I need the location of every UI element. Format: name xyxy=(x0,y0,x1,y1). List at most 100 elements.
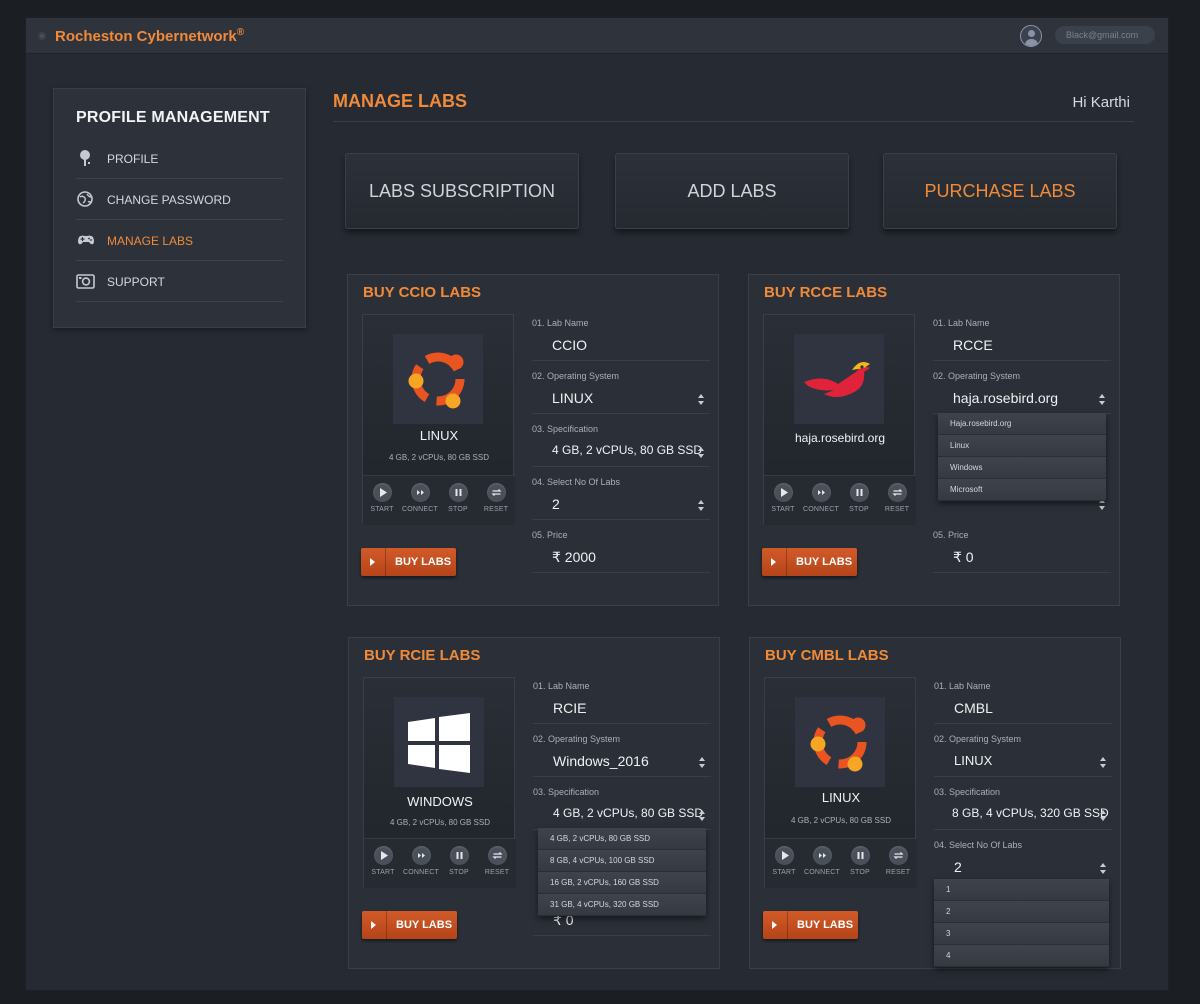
sidebar-title: PROFILE MANAGEMENT xyxy=(76,109,270,126)
dropdown-option[interactable]: 8 GB, 4 vCPUs, 100 GB SSD xyxy=(538,850,706,872)
buy-labs-button[interactable]: BUY LABS xyxy=(362,911,457,939)
select-arrows-icon xyxy=(699,757,705,769)
dropdown-option[interactable]: 4 xyxy=(934,945,1109,967)
buy-labs-button[interactable]: BUY LABS xyxy=(762,548,857,576)
lab-controls: START CONNECT STOP RESET xyxy=(364,838,516,888)
reset-button[interactable]: RESET xyxy=(477,483,515,513)
page-title: MANAGE LABS xyxy=(333,91,467,111)
start-button[interactable]: START xyxy=(765,846,803,876)
select-arrows-icon xyxy=(1099,394,1105,406)
sidebar-item-profile[interactable]: PROFILE xyxy=(76,138,283,179)
select-no-of-labs[interactable]: 04. Select No Of Labs 2 xyxy=(934,830,1112,883)
select-specification[interactable]: 03. Specification 8 GB, 4 vCPUs, 320 GB S… xyxy=(934,777,1112,830)
connect-button[interactable]: CONNECT xyxy=(803,846,841,876)
play-icon xyxy=(370,558,375,566)
play-icon xyxy=(771,558,776,566)
field-price: 05. Price ₹ 2000 xyxy=(532,520,710,573)
lab-controls: START CONNECT STOP RESET xyxy=(765,838,917,888)
lab-preview: haja.rosebird.org START CONNECT STOP RES… xyxy=(763,314,916,525)
sidebar-item-change-password[interactable]: CHANGE PASSWORD xyxy=(76,179,283,220)
dropdown-option[interactable]: 3 xyxy=(934,923,1109,945)
labs-subscription-button[interactable]: LABS SUBSCRIPTION xyxy=(345,153,579,229)
play-icon xyxy=(371,921,376,929)
profile-icon xyxy=(80,150,90,166)
greeting-text: Hi Karthi xyxy=(1072,94,1130,111)
dropdown-option[interactable]: 16 GB, 2 vCPUs, 160 GB SSD xyxy=(538,872,706,894)
sidebar-item-manage-labs[interactable]: MANAGE LABS xyxy=(76,220,283,261)
lab-card-cmbl: BUY CMBL LABS LINUX 4 GB, 2 vCPUs, 80 GB… xyxy=(749,637,1121,969)
select-arrows-icon xyxy=(698,394,704,406)
lab-preview: LINUX 4 GB, 2 vCPUs, 80 GB SSD START CON… xyxy=(764,677,917,888)
ubuntu-logo-icon xyxy=(393,334,483,424)
dropdown-option[interactable]: Linux xyxy=(938,435,1106,457)
start-button[interactable]: START xyxy=(764,483,802,513)
globe-icon xyxy=(77,191,93,207)
lab-card-ccio: BUY CCIO LABS LINUX 4 GB, 2 vCPUs, 80 GB… xyxy=(347,274,719,606)
select-operating-system[interactable]: 02. Operating System LINUX xyxy=(532,361,710,414)
spec-dropdown: 4 GB, 2 vCPUs, 80 GB SSD 8 GB, 4 vCPUs, … xyxy=(538,828,706,916)
dropdown-option[interactable]: Haja.rosebird.org xyxy=(938,413,1106,435)
stop-button[interactable]: STOP xyxy=(841,846,879,876)
purchase-labs-button[interactable]: PURCHASE LABS xyxy=(883,153,1117,229)
os-name: haja.rosebird.org xyxy=(794,431,886,445)
lab-card-rcce: BUY RCCE LABS haja.rosebird.org START CO… xyxy=(748,274,1120,606)
lab-preview: WINDOWS 4 GB, 2 vCPUs, 80 GB SSD START C… xyxy=(363,677,516,888)
select-no-of-labs[interactable]: 04. Select No Of Labs 2 xyxy=(532,467,710,520)
buy-labs-button[interactable]: BUY LABS xyxy=(361,548,456,576)
select-arrows-icon xyxy=(1100,863,1106,875)
add-labs-button[interactable]: ADD LABS xyxy=(615,153,849,229)
reset-button[interactable]: RESET xyxy=(879,846,917,876)
sidebar: PROFILE MANAGEMENT PROFILE CHANGE PASSWO… xyxy=(53,88,306,328)
dropdown-option[interactable]: 2 xyxy=(934,901,1109,923)
select-operating-system[interactable]: 02. Operating System haja.rosebird.org xyxy=(933,361,1111,414)
stop-button[interactable]: STOP xyxy=(840,483,878,513)
field-lab-name[interactable]: 01. Lab Name RCIE xyxy=(533,671,711,724)
select-specification[interactable]: 03. Specification 4 GB, 2 vCPUs, 80 GB SS… xyxy=(533,777,711,830)
lab-preview: LINUX 4 GB, 2 vCPUs, 80 GB SSD START CON… xyxy=(362,314,515,525)
camera-icon xyxy=(76,274,95,289)
card-title: BUY CCIO LABS xyxy=(363,284,482,301)
sidebar-item-label: CHANGE PASSWORD xyxy=(107,193,231,207)
dropdown-option[interactable]: Windows xyxy=(938,457,1106,479)
select-operating-system[interactable]: 02. Operating System LINUX xyxy=(934,724,1112,777)
window-dot-icon xyxy=(38,32,46,40)
start-button[interactable]: START xyxy=(363,483,401,513)
reset-button[interactable]: RESET xyxy=(878,483,916,513)
connect-button[interactable]: CONNECT xyxy=(401,483,439,513)
dropdown-option[interactable]: 4 GB, 2 vCPUs, 80 GB SSD xyxy=(538,828,706,850)
sidebar-item-label: PROFILE xyxy=(107,152,159,166)
windows-logo-icon xyxy=(394,697,484,787)
select-arrows-icon xyxy=(698,500,704,512)
reset-button[interactable]: RESET xyxy=(478,846,516,876)
stop-button[interactable]: STOP xyxy=(440,846,478,876)
field-lab-name[interactable]: 01. Lab Name CCIO xyxy=(532,308,710,361)
select-operating-system[interactable]: 02. Operating System Windows_2016 xyxy=(533,724,711,777)
connect-button[interactable]: CONNECT xyxy=(802,483,840,513)
field-price: 05. Price ₹ 0 xyxy=(933,520,1111,573)
user-email[interactable]: Black@gmail.com xyxy=(1055,26,1155,44)
title-divider xyxy=(333,121,1134,122)
select-arrows-icon xyxy=(698,447,704,459)
dropdown-option[interactable]: 31 GB, 4 vCPUs, 320 GB SSD xyxy=(538,894,706,916)
field-lab-name[interactable]: 01. Lab Name CMBL xyxy=(934,671,1112,724)
select-specification[interactable]: 03. Specification 4 GB, 2 vCPUs, 80 GB SS… xyxy=(532,414,710,467)
lab-controls: START CONNECT STOP RESET xyxy=(764,475,916,525)
lab-card-rcie: BUY RCIE LABS WINDOWS 4 GB, 2 vCPUs, 80 … xyxy=(348,637,720,969)
dropdown-option[interactable]: 1 xyxy=(934,879,1109,901)
sidebar-item-label: SUPPORT xyxy=(107,275,165,289)
sidebar-item-support[interactable]: SUPPORT xyxy=(76,261,283,302)
select-arrows-icon xyxy=(1100,810,1106,822)
buy-labs-button[interactable]: BUY LABS xyxy=(763,911,858,939)
lab-controls: START CONNECT STOP RESET xyxy=(363,475,515,525)
field-lab-name[interactable]: 01. Lab Name RCCE xyxy=(933,308,1111,361)
user-avatar-icon[interactable] xyxy=(1020,25,1042,47)
start-button[interactable]: START xyxy=(364,846,402,876)
os-name: LINUX xyxy=(821,790,861,805)
labs-count-dropdown: 1 2 3 4 xyxy=(934,879,1109,967)
stop-button[interactable]: STOP xyxy=(439,483,477,513)
connect-button[interactable]: CONNECT xyxy=(402,846,440,876)
brand-title[interactable]: Rocheston Cybernetwork® xyxy=(55,27,244,45)
gamepad-icon xyxy=(78,235,94,245)
select-arrows-icon xyxy=(699,810,705,822)
dropdown-option[interactable]: Microsoft xyxy=(938,479,1106,501)
